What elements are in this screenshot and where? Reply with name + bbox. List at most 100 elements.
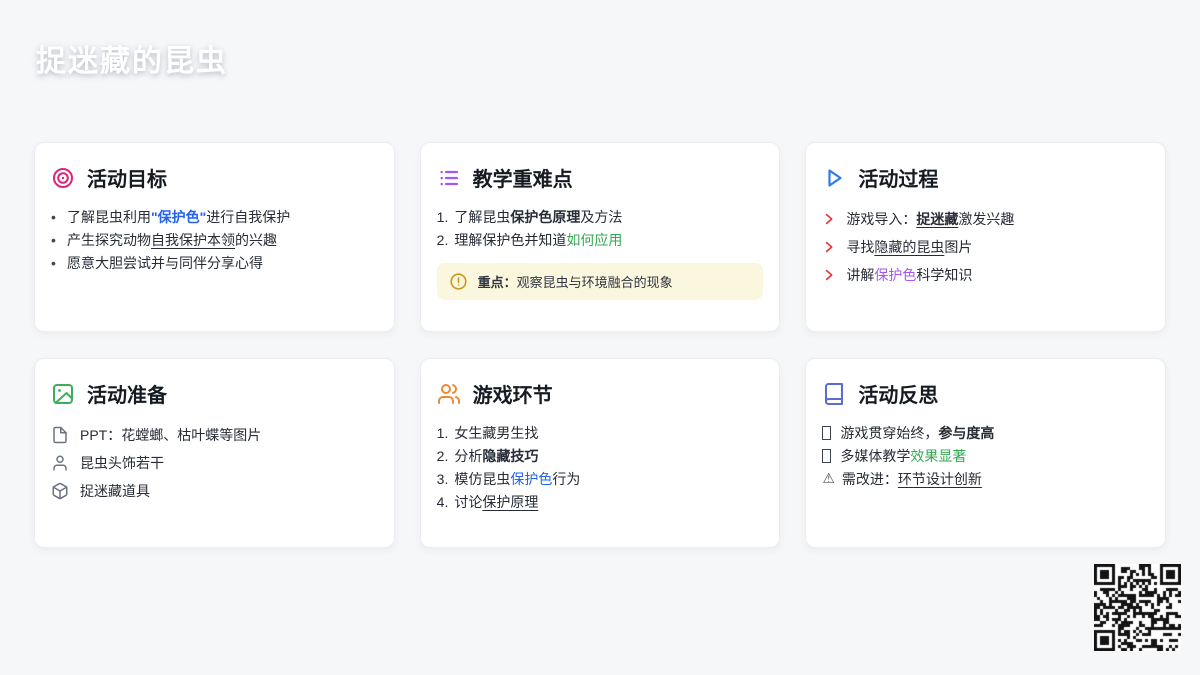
bullet-marker bbox=[51, 255, 67, 271]
text-segment: 需改进： bbox=[841, 470, 898, 487]
list-item: 昆虫头饰若干 bbox=[51, 449, 378, 477]
card-header: 活动反思 bbox=[806, 359, 1165, 408]
users-icon bbox=[437, 383, 460, 404]
bold-term: 隐藏技巧 bbox=[482, 447, 539, 464]
file-icon bbox=[53, 426, 67, 444]
card-key-points: 教学重难点 1. 了解昆虫 保护色原理 及方法 2. 理解保护色并知道 如何应用 重点… bbox=[419, 142, 781, 332]
list-icon bbox=[440, 170, 458, 185]
list-item: 游戏贯穿始终， 参与度高 bbox=[822, 421, 1149, 444]
alert-circle-icon bbox=[450, 273, 467, 290]
list-item: 愿意大胆尝试并与同伴分享心得 bbox=[51, 251, 378, 274]
text-segment: 理解保护色并知道 bbox=[454, 231, 567, 248]
page-title: 捉迷藏的昆虫 bbox=[36, 45, 228, 78]
item-number: 3. bbox=[436, 470, 449, 487]
text-segment: 激发兴趣 bbox=[958, 211, 1015, 227]
highlight-term: 保护色 bbox=[874, 267, 917, 283]
text-segment: 讲解 bbox=[846, 267, 875, 283]
item-number: 2. bbox=[436, 447, 449, 464]
text-segment: 捉迷藏道具 bbox=[80, 483, 150, 499]
card-header: 活动准备 bbox=[35, 359, 394, 408]
list-item: 游戏导入： 捉迷藏 激发兴趣 bbox=[822, 205, 1149, 233]
person-icon bbox=[53, 455, 67, 471]
text-segment: 观察昆虫与环境融合的现象 bbox=[516, 275, 673, 290]
card-grid: 活动目标 了解昆虫利用"保护色"进行自我保护 产生探究动物自我保护本领的兴趣 愿… bbox=[34, 142, 1166, 548]
list-item: 1. 女生藏男生找 bbox=[437, 421, 764, 444]
chevron-right-icon bbox=[826, 241, 833, 253]
highlight-term: "保护色" bbox=[151, 208, 207, 225]
key-point-note: 重点：观察昆虫与环境融合的现象 bbox=[436, 263, 764, 300]
text-segment: 及方法 bbox=[580, 208, 623, 225]
card-body: 了解昆虫利用"保护色"进行自我保护 产生探究动物自我保护本领的兴趣 愿意大胆尝试… bbox=[35, 192, 394, 274]
card-activity-reflection: 活动反思 游戏贯穿始终， 参与度高 多媒体教学 效果显著 ⚠ 需改进： 环节设计创新 bbox=[805, 358, 1166, 548]
highlight-term: 保护色 bbox=[510, 470, 553, 487]
item-number: 1. bbox=[436, 424, 449, 441]
text-segment: 产生探究动物 bbox=[67, 231, 151, 248]
text-segment: 分析 bbox=[454, 447, 483, 464]
highlight-term: 如何应用 bbox=[566, 231, 623, 248]
list-item: 3. 模仿昆虫 保护色 行为 bbox=[437, 467, 764, 490]
text-segment: 寻找 bbox=[846, 239, 875, 255]
bold-term: 参与度高 bbox=[938, 424, 995, 441]
item-number: 2. bbox=[436, 231, 449, 248]
card-title: 游戏环节 bbox=[472, 385, 553, 407]
chevron-right-icon bbox=[826, 269, 833, 281]
text-segment: 图片 bbox=[944, 239, 973, 255]
book-icon bbox=[825, 382, 844, 405]
bold-term: 保护色原理 bbox=[510, 208, 581, 225]
play-icon bbox=[828, 168, 842, 187]
list-item: 2. 理解保护色并知道 如何应用 bbox=[437, 228, 764, 251]
card-body: 1. 女生藏男生找 2. 分析 隐藏技巧 3. 模仿昆虫 保护色 行为 4. 讨论 保护… bbox=[421, 408, 780, 513]
item-number: 1. bbox=[436, 208, 449, 225]
list-item: 多媒体教学 效果显著 bbox=[822, 444, 1149, 467]
underlined-term: 保护原理 bbox=[482, 493, 539, 510]
list-item: 讲解 保护色 科学知识 bbox=[822, 261, 1149, 289]
list-item: 4. 讨论 保护原理 bbox=[437, 490, 764, 513]
text-segment: 游戏贯穿始终， bbox=[840, 424, 939, 441]
card-body: PPT：花螳螂、枯叶蝶等图片 昆虫头饰若干 捉迷藏道具 bbox=[35, 408, 394, 505]
card-activity-process: 活动过程 游戏导入： 捉迷藏 激发兴趣 寻找 隐藏的昆虫 图片 讲解 保护色 科学知识 bbox=[805, 142, 1166, 332]
missing-glyph-box bbox=[822, 425, 832, 440]
chevron-right-icon bbox=[826, 213, 833, 225]
card-activity-goals: 活动目标 了解昆虫利用"保护色"进行自我保护 产生探究动物自我保护本领的兴趣 愿… bbox=[34, 142, 395, 332]
text-segment: 愿意大胆尝试并与同伴分享心得 bbox=[67, 254, 263, 271]
list-item: 了解昆虫利用"保护色"进行自我保护 bbox=[51, 205, 378, 228]
highlight-term: 效果显著 bbox=[910, 447, 967, 464]
warning-triangle-icon: ⚠ bbox=[822, 470, 835, 486]
underlined-term: 环节设计创新 bbox=[897, 470, 982, 487]
bullet-marker bbox=[51, 209, 67, 225]
card-body: 1. 了解昆虫 保护色原理 及方法 2. 理解保护色并知道 如何应用 重点：观察昆虫与… bbox=[421, 192, 780, 300]
qr-code bbox=[1094, 564, 1181, 651]
list-item: 寻找 隐藏的昆虫 图片 bbox=[822, 233, 1149, 261]
list-item: 捉迷藏道具 bbox=[51, 477, 378, 505]
list-item: PPT：花螳螂、枯叶蝶等图片 bbox=[51, 421, 378, 449]
card-title: 活动准备 bbox=[87, 385, 167, 407]
card-header: 活动过程 bbox=[806, 143, 1165, 192]
list-item: 2. 分析 隐藏技巧 bbox=[437, 444, 764, 467]
note-label: 重点： bbox=[477, 275, 517, 290]
text-segment: 进行自我保护 bbox=[206, 208, 291, 225]
image-icon bbox=[53, 383, 73, 404]
underlined-term: 自我保护本领 bbox=[151, 231, 235, 248]
note-text: 重点：观察昆虫与环境融合的现象 bbox=[478, 272, 673, 291]
text-segment: 了解昆虫 bbox=[454, 208, 511, 225]
bold-term: 捉迷藏 bbox=[916, 211, 959, 227]
target-icon bbox=[53, 167, 73, 188]
list-item: 产生探究动物自我保护本领的兴趣 bbox=[51, 228, 378, 251]
text-segment: 的兴趣 bbox=[235, 231, 277, 248]
card-title: 活动目标 bbox=[87, 169, 167, 191]
list-item: 1. 了解昆虫 保护色原理 及方法 bbox=[437, 205, 764, 228]
text-segment: 游戏导入： bbox=[846, 211, 917, 227]
text-segment: 多媒体教学 bbox=[840, 447, 911, 464]
card-activity-preparation: 活动准备 PPT：花螳螂、枯叶蝶等图片 昆虫头饰若干 捉迷藏道具 bbox=[34, 358, 395, 548]
text-segment: 模仿昆虫 bbox=[454, 470, 511, 487]
list-item: ⚠ 需改进： 环节设计创新 bbox=[822, 467, 1149, 490]
card-game-steps: 游戏环节 1. 女生藏男生找 2. 分析 隐藏技巧 3. 模仿昆虫 保护色 行为 4.… bbox=[419, 358, 781, 548]
card-body: 游戏贯穿始终， 参与度高 多媒体教学 效果显著 ⚠ 需改进： 环节设计创新 bbox=[806, 408, 1165, 490]
card-header: 教学重难点 bbox=[421, 143, 780, 192]
text-segment: PPT：花螳螂、枯叶蝶等图片 bbox=[80, 427, 262, 443]
text-segment: 昆虫头饰若干 bbox=[80, 455, 164, 471]
card-title: 活动过程 bbox=[858, 169, 939, 191]
underlined-term: 隐藏的昆虫 bbox=[874, 239, 945, 255]
box-icon bbox=[52, 482, 68, 500]
text-segment: 讨论 bbox=[454, 493, 483, 510]
